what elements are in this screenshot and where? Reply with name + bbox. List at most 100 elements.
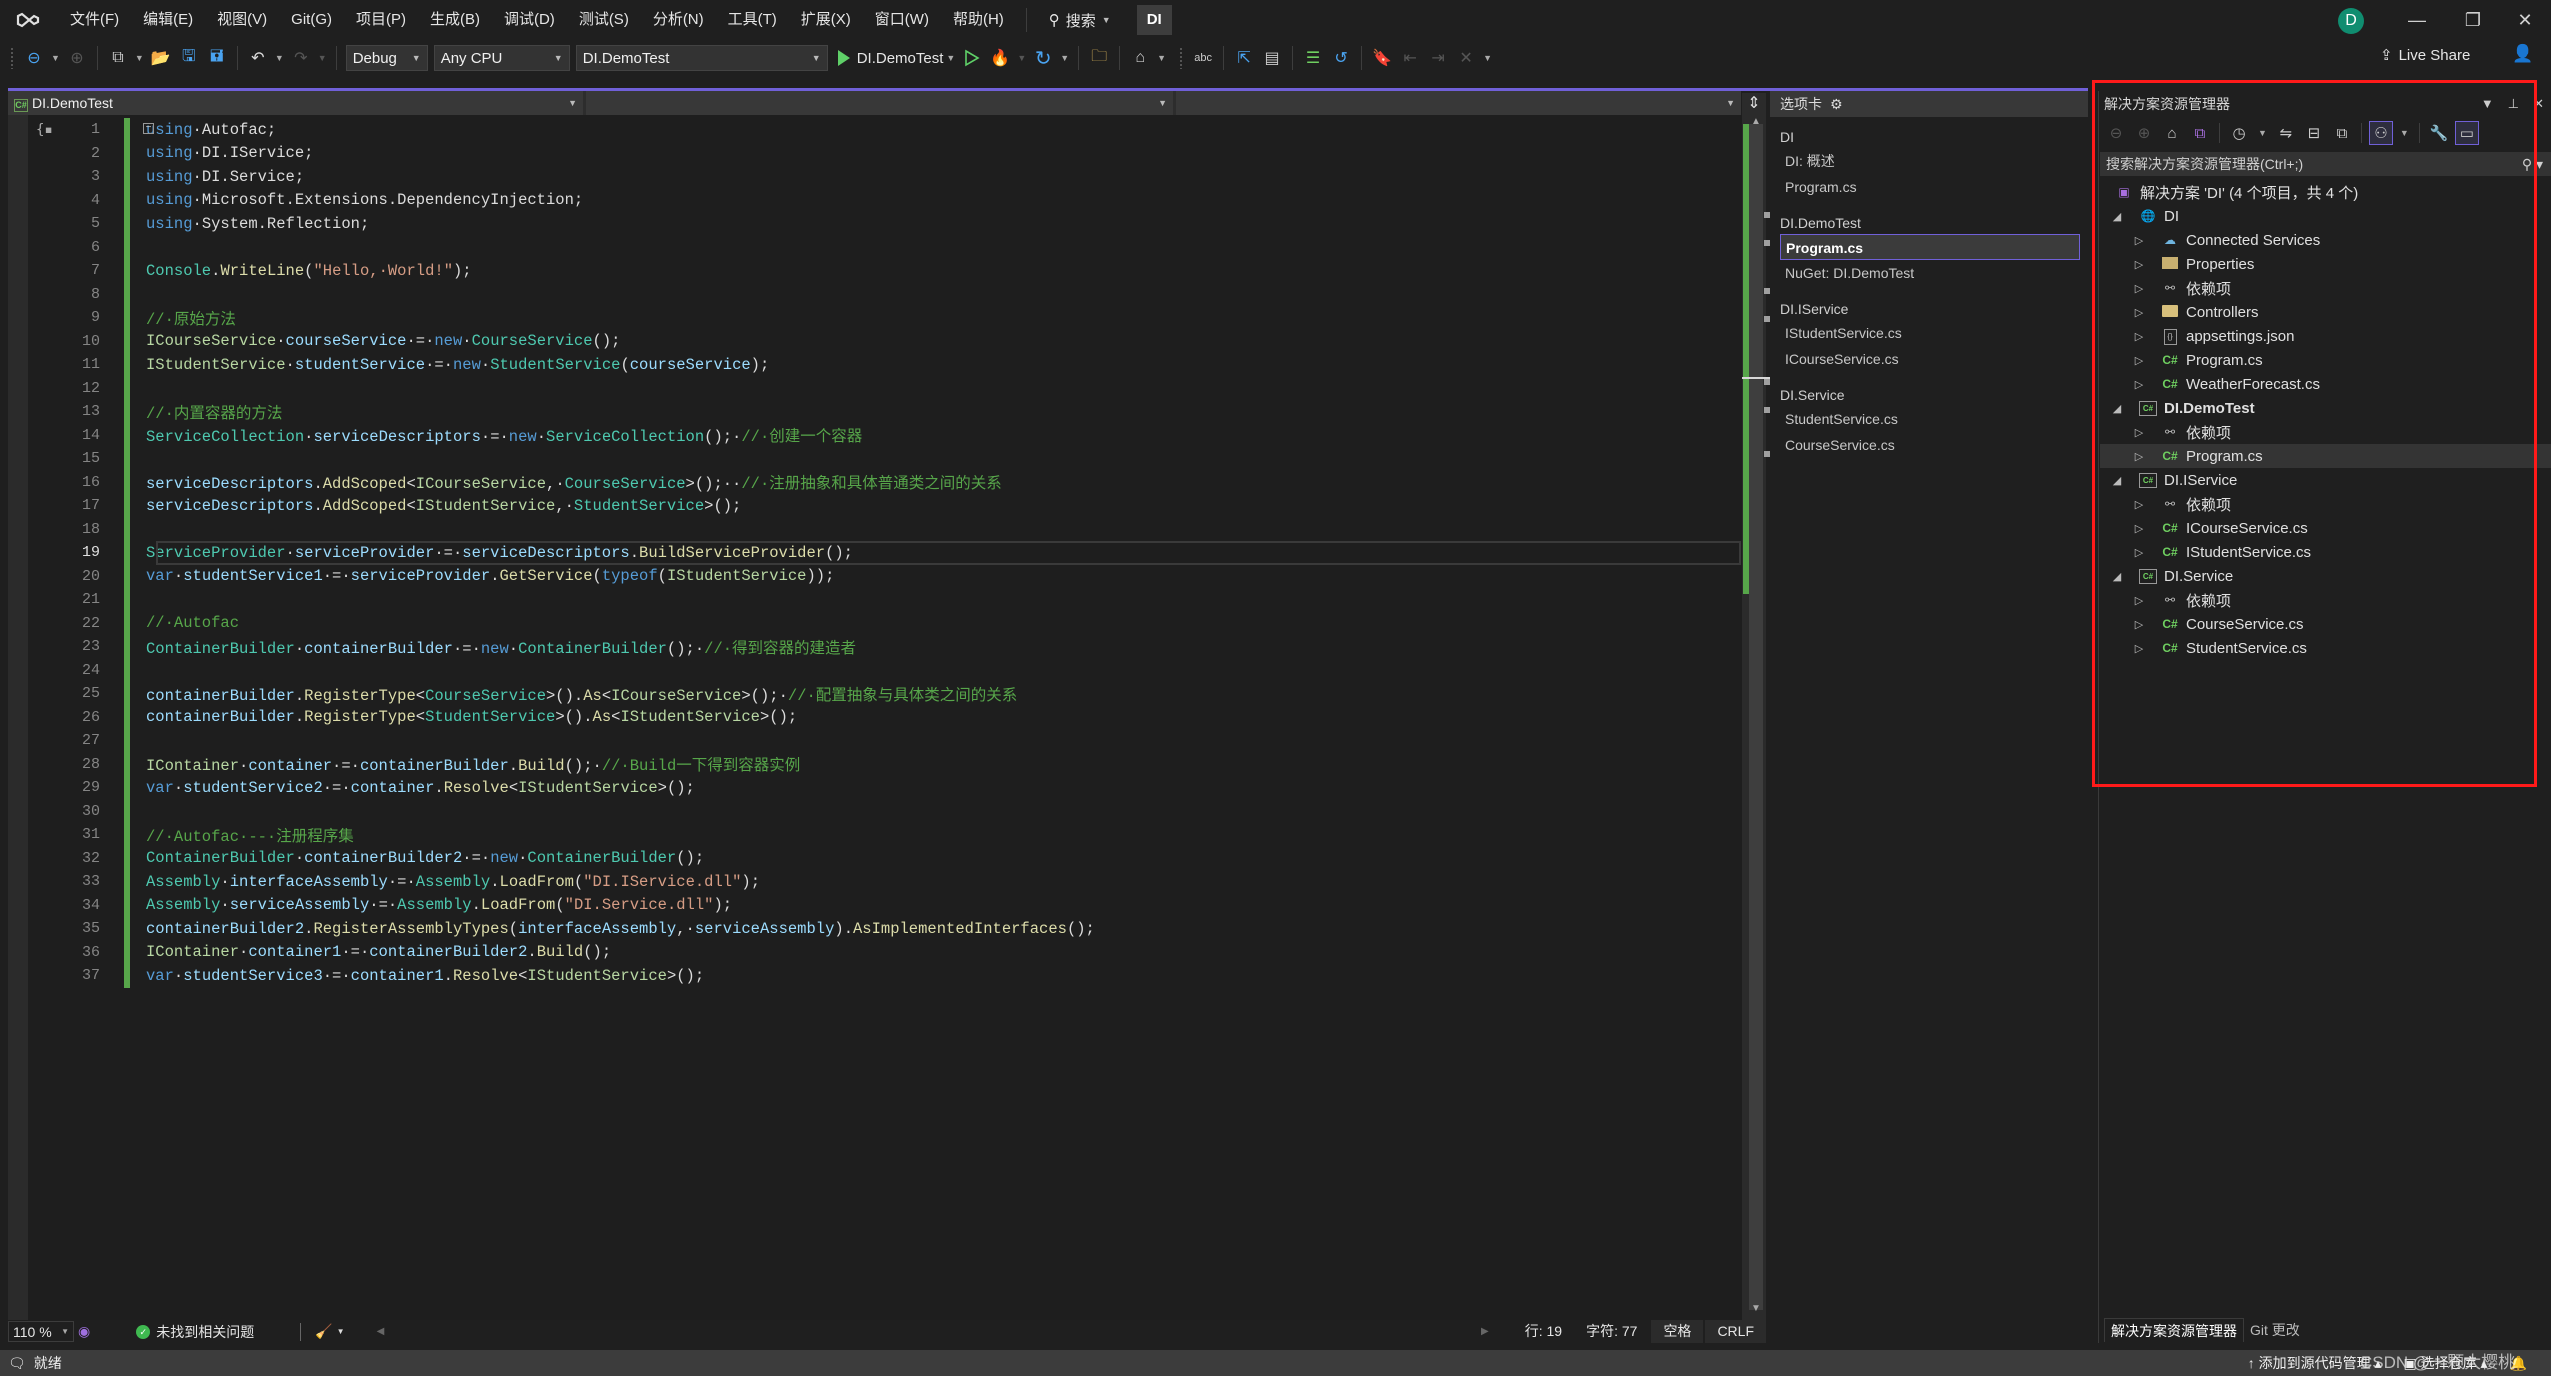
scroll-up-arrow-icon[interactable]: ▲ bbox=[1749, 116, 1763, 127]
properties-wrench-icon[interactable]: 🔧 bbox=[2427, 121, 2451, 145]
tree-item[interactable]: ▷ C# CourseService.cs bbox=[2100, 612, 2551, 636]
scroll-left-icon[interactable]: ◀ bbox=[377, 1326, 385, 1337]
redo-icon[interactable]: ↷ bbox=[289, 46, 313, 70]
code-line[interactable]: 27 bbox=[40, 729, 1095, 753]
clear-bookmarks-icon[interactable]: ✕ bbox=[1454, 46, 1478, 70]
start-debugging-button[interactable]: DI.DemoTest ▼ bbox=[837, 49, 959, 67]
tab-git-changes[interactable]: Git 更改 bbox=[2244, 1318, 2306, 1342]
tree-item[interactable]: ▷ {} appsettings.json bbox=[2100, 324, 2551, 348]
code-line[interactable]: 31 //·Autofac·--·注册程序集 bbox=[40, 823, 1095, 847]
code-line[interactable]: 11 IStudentService·studentService·=·new·S… bbox=[40, 353, 1095, 377]
tree-item[interactable]: ▷ C# Program.cs bbox=[2100, 348, 2551, 372]
outdent-icon[interactable]: ↺ bbox=[1329, 46, 1353, 70]
code-line[interactable]: 3 using·DI.Service; bbox=[40, 165, 1095, 189]
code-line[interactable]: 37 var·studentService3·=·container1.Resol… bbox=[40, 964, 1095, 988]
feedback-icon[interactable]: 👤 bbox=[2512, 44, 2533, 64]
show-all-files-icon[interactable]: ⧉ bbox=[2330, 121, 2354, 145]
type-dropdown[interactable]: ▼ bbox=[586, 91, 1176, 115]
collapsed-arrow-icon[interactable]: ▷ bbox=[2132, 546, 2146, 559]
new-project-icon[interactable]: ⧉ bbox=[106, 46, 130, 70]
zoom-dropdown[interactable]: 110 % ▼ bbox=[8, 1321, 74, 1342]
code-cleanup-icon[interactable]: 🧹 bbox=[315, 1323, 332, 1340]
menu-item[interactable]: 编辑(E) bbox=[131, 0, 205, 40]
expanded-arrow-icon[interactable]: ◢ bbox=[2110, 402, 2124, 415]
save-all-icon[interactable]: 🖬 bbox=[205, 46, 229, 70]
menu-item[interactable]: 项目(P) bbox=[344, 0, 418, 40]
document-tab[interactable]: CourseService.cs bbox=[1780, 432, 2080, 458]
search-icon[interactable]: ⚲ ▾ bbox=[2522, 156, 2543, 173]
split-editor-icon[interactable]: ⇕ bbox=[1742, 93, 1766, 115]
collapsed-arrow-icon[interactable]: ▷ bbox=[2132, 642, 2146, 655]
code-line[interactable]: 21 bbox=[40, 588, 1095, 612]
project-dropdown[interactable]: C# DI.DemoTest ▼ bbox=[8, 91, 586, 115]
startup-project-dropdown[interactable]: DI.DemoTest ▼ bbox=[575, 45, 828, 71]
preview-selected-items-icon[interactable]: ▭ bbox=[2454, 121, 2479, 145]
menu-item[interactable]: Git(G) bbox=[279, 0, 344, 40]
collapse-region-toggle[interactable]: − bbox=[143, 123, 154, 134]
save-icon[interactable]: 🖫 bbox=[177, 46, 201, 70]
gear-icon[interactable]: ⚙ bbox=[1830, 96, 1843, 113]
previous-bookmark-icon[interactable]: ⇤ bbox=[1398, 46, 1422, 70]
expanded-arrow-icon[interactable]: ◢ bbox=[2110, 210, 2124, 223]
hot-reload-icon[interactable]: 🔥 bbox=[988, 46, 1012, 70]
chevron-down-icon[interactable]: ▼ bbox=[318, 53, 327, 63]
chevron-down-icon[interactable]: ▼ bbox=[2400, 128, 2409, 138]
collapsed-arrow-icon[interactable]: ▷ bbox=[2132, 378, 2146, 391]
tree-item[interactable]: ▷ ⚯ 依赖项 bbox=[2100, 492, 2551, 516]
tree-item[interactable]: ▷ C# WeatherForecast.cs bbox=[2100, 372, 2551, 396]
platform-dropdown[interactable]: Any CPU ▼ bbox=[433, 45, 570, 71]
pending-changes-filter-icon[interactable]: ◷ bbox=[2227, 121, 2251, 145]
menu-item[interactable]: 窗口(W) bbox=[863, 0, 941, 40]
toolbar-grip[interactable] bbox=[1179, 47, 1184, 69]
code-line[interactable]: 24 bbox=[40, 658, 1095, 682]
code-line[interactable]: 7 Console.WriteLine("Hello,·World!"); bbox=[40, 259, 1095, 283]
menu-item[interactable]: 文件(F) bbox=[58, 0, 131, 40]
bookmark-icon[interactable]: 🔖 bbox=[1370, 46, 1394, 70]
menu-item[interactable]: 生成(B) bbox=[418, 0, 492, 40]
issues-indicator[interactable]: ✓ 未找到相关问题 bbox=[136, 1322, 254, 1342]
live-share-button[interactable]: ⇪ Live Share bbox=[2380, 46, 2470, 65]
collapsed-arrow-icon[interactable]: ▷ bbox=[2132, 594, 2146, 607]
code-line[interactable]: 33 Assembly·interfaceAssembly·=·Assembly.… bbox=[40, 870, 1095, 894]
code-line[interactable]: 13 //·内置容器的方法 bbox=[40, 400, 1095, 424]
tree-item[interactable]: ▷ C# ICourseService.cs bbox=[2100, 516, 2551, 540]
tree-item[interactable]: ◢ C# DI.IService bbox=[2100, 468, 2551, 492]
code-line[interactable]: 12 bbox=[40, 376, 1095, 400]
collapsed-arrow-icon[interactable]: ▷ bbox=[2132, 258, 2146, 271]
tree-item[interactable]: ◢ C# DI.DemoTest bbox=[2100, 396, 2551, 420]
collapsed-arrow-icon[interactable]: ▷ bbox=[2132, 426, 2146, 439]
dependency-view-icon[interactable]: ⚇ bbox=[2368, 121, 2393, 145]
window-options-icon[interactable]: ▼ bbox=[2481, 96, 2494, 112]
code-line[interactable]: 19 ServiceProvider·serviceProvider·=·serv… bbox=[40, 541, 1741, 565]
tree-item[interactable]: ◢ 🌐 DI bbox=[2100, 204, 2551, 228]
collapse-all-icon[interactable]: ⊟ bbox=[2302, 121, 2326, 145]
code-line[interactable]: 15 bbox=[40, 447, 1095, 471]
chevron-down-icon[interactable]: ▼ bbox=[2258, 128, 2267, 138]
restart-icon[interactable]: ↻ bbox=[1031, 46, 1055, 70]
spell-check-icon[interactable]: abc bbox=[1191, 46, 1215, 70]
code-line[interactable]: 10 ICourseService·courseService·=·new·Cou… bbox=[40, 329, 1095, 353]
forward-icon[interactable]: ⊕ bbox=[2132, 121, 2156, 145]
collapsed-arrow-icon[interactable]: ▷ bbox=[2132, 450, 2146, 463]
account-avatar[interactable]: D bbox=[2338, 8, 2364, 34]
code-line[interactable]: 36 IContainer·container1·=·containerBuild… bbox=[40, 940, 1095, 964]
scroll-down-arrow-icon[interactable]: ▼ bbox=[1749, 1303, 1763, 1314]
undo-icon[interactable]: ↶ bbox=[246, 46, 270, 70]
chevron-down-icon[interactable]: ▼ bbox=[1157, 53, 1166, 63]
home-icon[interactable]: ⌂ bbox=[2160, 121, 2184, 145]
code-line[interactable]: 25 containerBuilder.RegisterType<CourseSe… bbox=[40, 682, 1095, 706]
minimize-button[interactable]: — bbox=[2389, 0, 2445, 40]
code-line[interactable]: 17 serviceDescriptors.AddScoped<IStudentS… bbox=[40, 494, 1095, 518]
document-tab[interactable]: StudentService.cs bbox=[1780, 406, 2080, 432]
chevron-down-icon[interactable]: ▼ bbox=[1017, 53, 1026, 63]
tree-item[interactable]: ▷ Properties bbox=[2100, 252, 2551, 276]
collapsed-arrow-icon[interactable]: ▷ bbox=[2132, 618, 2146, 631]
code-line[interactable]: 20 var·studentService1·=·serviceProvider.… bbox=[40, 564, 1095, 588]
document-tab[interactable]: ICourseService.cs bbox=[1780, 346, 2080, 372]
document-tab[interactable]: DI: 概述 bbox=[1780, 148, 2080, 174]
toolbar-overflow-icon[interactable]: ▼ bbox=[1483, 53, 1492, 63]
member-dropdown[interactable]: ▼ bbox=[1176, 91, 1741, 115]
tree-item[interactable]: ▷ C# StudentService.cs bbox=[2100, 636, 2551, 660]
close-icon[interactable]: ✕ bbox=[2533, 96, 2544, 112]
notification-icon[interactable]: 🗨 bbox=[8, 1355, 26, 1372]
